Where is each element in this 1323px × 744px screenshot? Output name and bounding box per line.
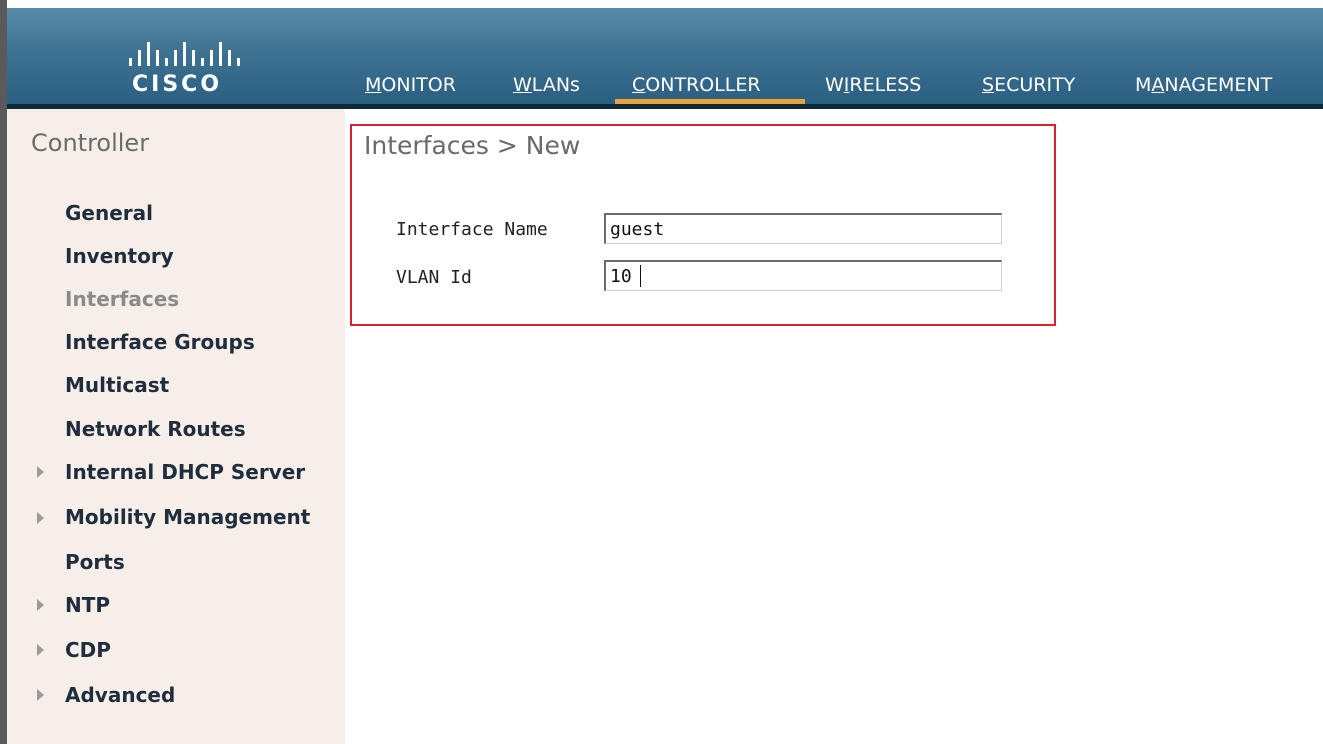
expand-arrow-icon[interactable] (37, 689, 44, 701)
sidebar-item-general[interactable]: General (65, 201, 153, 225)
expand-arrow-icon[interactable] (37, 599, 44, 611)
sidebar-title: Controller (31, 129, 150, 157)
sidebar-item-inventory[interactable]: Inventory (65, 244, 174, 268)
sidebar-item-network-routes[interactable]: Network Routes (65, 417, 246, 441)
nav-wireless-prefix: W (825, 74, 844, 96)
top-strip (7, 0, 1323, 8)
header-bar: CISCO MONITOR WLANs CONTROLLER WIRELESS … (7, 8, 1323, 104)
window-left-border (0, 0, 7, 744)
sidebar-item-mobility-management[interactable]: Mobility Management (65, 505, 310, 529)
top-nav: MONITOR WLANs CONTROLLER WIRELESS SECURI… (7, 8, 1323, 104)
nav-management-prefix: M (1135, 74, 1152, 96)
sidebar: Controller General Inventory Interfaces … (7, 109, 345, 744)
page: CISCO MONITOR WLANs CONTROLLER WIRELESS … (0, 0, 1323, 744)
sidebar-item-cdp[interactable]: CDP (65, 638, 111, 662)
nav-security-accesskey: S (982, 74, 995, 96)
expand-arrow-icon[interactable] (37, 644, 44, 656)
sidebar-item-interfaces[interactable]: Interfaces (65, 287, 179, 311)
nav-wlans[interactable]: WLANs (513, 74, 580, 96)
nav-wireless[interactable]: WIRELESS (825, 74, 921, 96)
nav-management[interactable]: MANAGEMENT (1135, 74, 1272, 96)
sidebar-item-ports[interactable]: Ports (65, 550, 125, 574)
sidebar-item-internal-dhcp-server[interactable]: Internal DHCP Server (65, 460, 305, 484)
sidebar-item-ntp[interactable]: NTP (65, 593, 110, 617)
nav-wlans-suffix: LANs (531, 74, 580, 96)
nav-monitor[interactable]: MONITOR (365, 74, 456, 96)
sidebar-item-multicast[interactable]: Multicast (65, 373, 169, 397)
expand-arrow-icon[interactable] (37, 512, 44, 524)
nav-security-suffix: ECURITY (994, 74, 1076, 96)
nav-security[interactable]: SECURITY (982, 74, 1075, 96)
nav-monitor-accesskey: M (365, 74, 382, 96)
nav-monitor-suffix: ONITOR (381, 74, 456, 96)
nav-wireless-suffix: RELESS (849, 74, 922, 96)
nav-management-accesskey: A (1151, 74, 1165, 96)
nav-management-suffix: NAGEMENT (1164, 74, 1273, 96)
expand-arrow-icon[interactable] (37, 466, 44, 478)
sidebar-item-advanced[interactable]: Advanced (65, 683, 175, 707)
nav-controller[interactable]: CONTROLLER (632, 74, 761, 96)
nav-controller-accesskey: C (632, 74, 646, 96)
highlight-box (350, 124, 1056, 326)
sidebar-item-interface-groups[interactable]: Interface Groups (65, 330, 255, 354)
nav-wlans-accesskey: W (513, 74, 532, 96)
nav-controller-suffix: ONTROLLER (645, 74, 761, 96)
